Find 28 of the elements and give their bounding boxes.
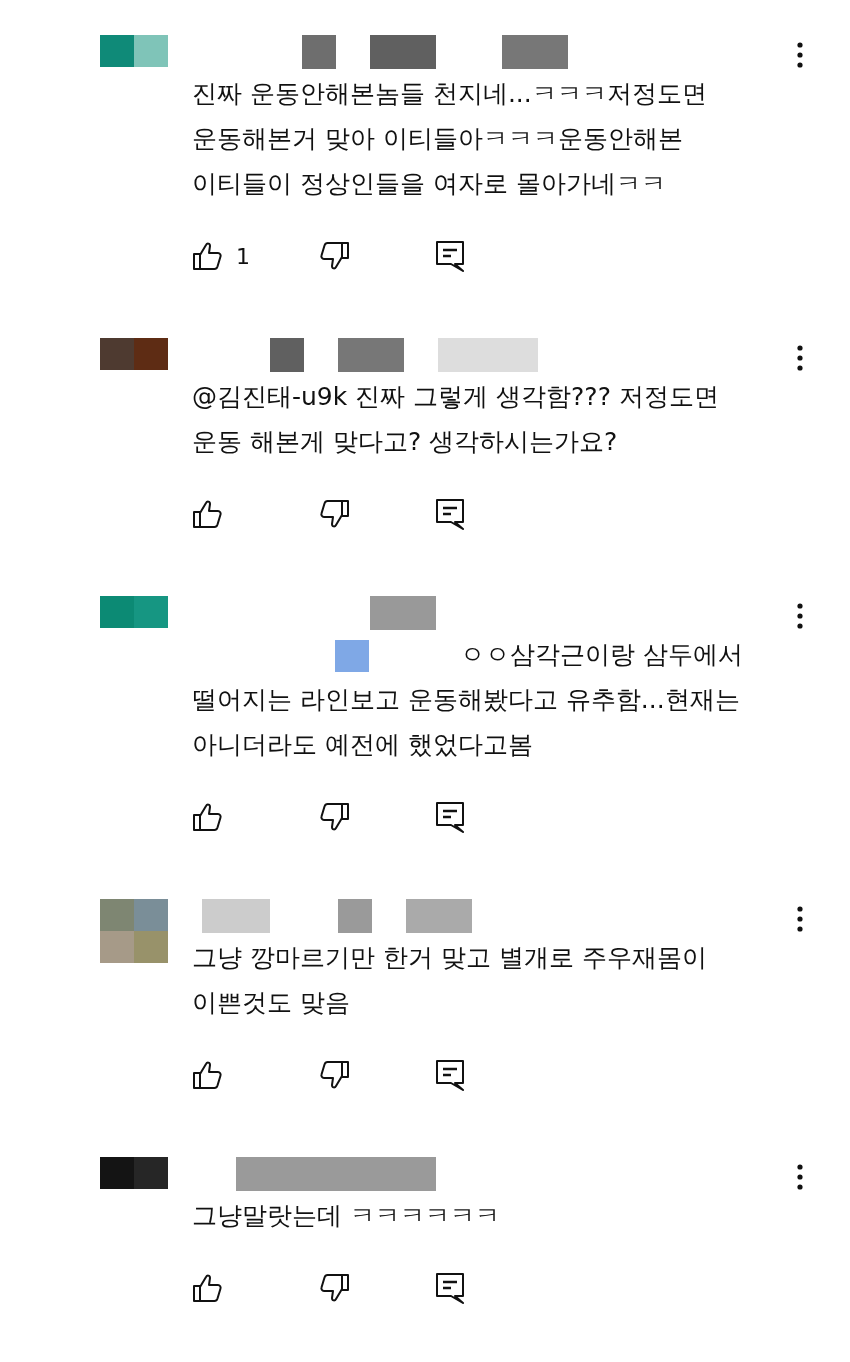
avatar-mosaic-drawing bbox=[100, 899, 168, 963]
comment-text: ㅇㅇ삼각근이랑 삼두에서 떨어지는 라인보고 운동해봤다고 유추함...현재는 아니더라도 예전에 했었다고봄 bbox=[192, 639, 744, 761]
comment-text: 그냥 깡마르기만 한거 맞고 별개로 주우재몸이 이쁜것도 맞음 bbox=[192, 942, 708, 1019]
censored-name-drawing bbox=[370, 596, 436, 630]
comment-text: 진짜 운동안해본놈들 천지네...ㅋㅋㅋ저정도면 운동해본거 맞아 이티들아ㅋㅋㅋ운동안해본 이티들이 정상인들을 여자로 몰아가네ㅋㅋ bbox=[192, 78, 708, 200]
reply-icon[interactable] bbox=[435, 1059, 465, 1091]
avatar-mosaic-drawing bbox=[100, 35, 168, 67]
avatar-mosaic-drawing bbox=[100, 1157, 168, 1189]
reply-icon[interactable] bbox=[435, 498, 465, 530]
thumbs-up-icon bbox=[192, 241, 224, 271]
thumbs-down-icon[interactable] bbox=[318, 499, 350, 529]
avatar-mosaic-drawing bbox=[100, 596, 168, 628]
thumbs-up-icon bbox=[192, 499, 224, 529]
thumbs-down-icon[interactable] bbox=[318, 1273, 350, 1303]
comment-text: @김진태-u9k 진짜 그렇게 생각함??? 저정도면 운동 해본게 맞다고? 생각하시는가요? bbox=[192, 381, 720, 458]
reply-icon[interactable] bbox=[435, 1272, 465, 1304]
thumbs-down-icon[interactable] bbox=[318, 241, 350, 271]
thumbs-up-icon bbox=[192, 802, 224, 832]
thumbs-down-icon[interactable] bbox=[318, 802, 350, 832]
thumbs-down-icon[interactable] bbox=[318, 1060, 350, 1090]
like-button[interactable]: 1 bbox=[192, 241, 318, 271]
reply-icon[interactable] bbox=[435, 801, 465, 833]
thumbs-up-icon bbox=[192, 1273, 224, 1303]
comment-text: 그냥말랏는데 ㅋㅋㅋㅋㅋㅋ bbox=[192, 1200, 501, 1232]
reply-icon[interactable] bbox=[435, 240, 465, 272]
avatar-mosaic-drawing bbox=[100, 338, 168, 370]
censored-mention-drawing bbox=[335, 640, 369, 672]
thumbs-up-icon bbox=[192, 1060, 224, 1090]
